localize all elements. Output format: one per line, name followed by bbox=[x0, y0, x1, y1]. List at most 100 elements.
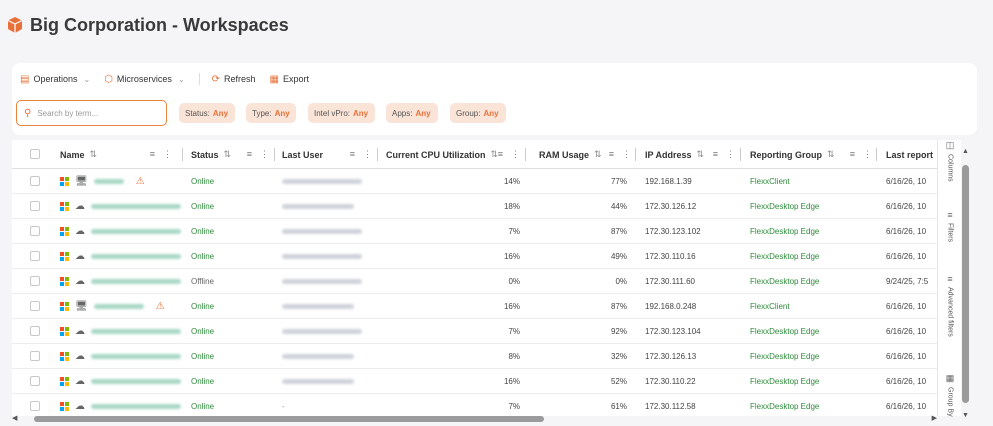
search-input[interactable] bbox=[37, 108, 158, 118]
filter-icon[interactable]: ≡ bbox=[247, 149, 252, 160]
row-checkbox[interactable] bbox=[30, 326, 40, 336]
filter-chip-value: Any bbox=[415, 108, 431, 118]
cell-name[interactable]: ☁ bbox=[60, 269, 181, 294]
more-icon[interactable]: ⋮ bbox=[622, 149, 631, 160]
cell-name[interactable]: ☁ bbox=[60, 219, 181, 244]
side-tab-advanced-filters[interactable]: ≡ Advanced filters bbox=[938, 274, 962, 337]
cell-name[interactable]: ☁ bbox=[60, 394, 181, 416]
row-checkbox[interactable] bbox=[30, 276, 40, 286]
select-all-checkbox[interactable] bbox=[30, 149, 40, 159]
more-icon[interactable]: ⋮ bbox=[163, 149, 172, 160]
horizontal-scroll-thumb[interactable] bbox=[34, 416, 544, 422]
filter-chip-type[interactable]: Type: Any bbox=[246, 103, 296, 123]
refresh-button[interactable]: ⟳ Refresh bbox=[212, 74, 256, 85]
column-resizer[interactable] bbox=[740, 148, 741, 161]
column-header-ip[interactable]: IP Address ⇅ ≡ ⋮ bbox=[645, 140, 735, 169]
cell-ram: 61% bbox=[610, 402, 627, 411]
scroll-down-icon[interactable]: ▼ bbox=[962, 412, 969, 419]
table-row[interactable]: ☁ Online 16% 52% 172.30.110.22 FlexxDesk… bbox=[12, 369, 937, 394]
column-header-ram[interactable]: RAM Usage ⇅ ≡ ⋮ bbox=[539, 140, 631, 169]
cell-cpu: 16% bbox=[503, 377, 520, 386]
row-checkbox[interactable] bbox=[30, 201, 40, 211]
microservices-menu[interactable]: ⬡ Microservices ⌄ bbox=[104, 74, 184, 85]
cell-name[interactable]: ☁ bbox=[60, 344, 181, 369]
cell-last-report: 6/16/26, 10 bbox=[886, 202, 927, 211]
more-icon[interactable]: ⋮ bbox=[363, 149, 372, 160]
sort-icon[interactable]: ⇅ bbox=[594, 149, 602, 160]
filter-icon[interactable]: ≡ bbox=[350, 149, 355, 160]
table-row[interactable]: ☁ Online 16% 49% 172.30.110.16 FlexxDesk… bbox=[12, 244, 937, 269]
cell-cpu: 18% bbox=[503, 202, 520, 211]
table-row[interactable]: ☁ Online 18% 44% 172.30.126.12 FlexxDesk… bbox=[12, 194, 937, 219]
column-resizer[interactable] bbox=[377, 148, 378, 161]
cell-name[interactable]: 🖥 ⚠ bbox=[60, 169, 145, 194]
row-checkbox[interactable] bbox=[30, 351, 40, 361]
cell-name[interactable]: ☁ bbox=[60, 319, 181, 344]
side-tab-filters[interactable]: ≡ Filters bbox=[938, 210, 962, 242]
scroll-left-icon[interactable]: ◀ bbox=[12, 414, 17, 422]
column-header-cpu[interactable]: Current CPU Utilization ⇅ ≡ ⋮ bbox=[386, 140, 520, 169]
filter-icon[interactable]: ≡ bbox=[850, 149, 855, 160]
table-row[interactable]: ☁ Online 7% 92% 172.30.123.104 FlexxDesk… bbox=[12, 319, 937, 344]
operations-menu[interactable]: ▤ Operations ⌄ bbox=[20, 74, 90, 85]
column-header-last-user[interactable]: Last User ≡ ⋮ bbox=[282, 140, 372, 169]
search-box[interactable]: ⚲ bbox=[16, 100, 167, 126]
scroll-right-icon[interactable]: ▶ bbox=[932, 414, 937, 422]
cell-status: Online bbox=[191, 402, 215, 411]
row-checkbox[interactable] bbox=[30, 176, 40, 186]
column-resizer[interactable] bbox=[182, 148, 183, 161]
table-row[interactable]: ☁ Online 8% 32% 172.30.126.13 FlexxDeskt… bbox=[12, 344, 937, 369]
table-row[interactable]: ☁ Offline 0% 0% 172.30.111.60 FlexxDeskt… bbox=[12, 269, 937, 294]
row-checkbox[interactable] bbox=[30, 376, 40, 386]
more-icon[interactable]: ⋮ bbox=[260, 149, 269, 160]
filter-icon[interactable]: ≡ bbox=[150, 149, 155, 160]
filter-chip-intel-vpro[interactable]: Intel vPro: Any bbox=[308, 103, 375, 123]
table-row[interactable]: ☁ Online 7% 87% 172.30.123.102 FlexxDesk… bbox=[12, 219, 937, 244]
column-resizer[interactable] bbox=[525, 148, 526, 161]
row-checkbox[interactable] bbox=[30, 301, 40, 311]
column-resizer[interactable] bbox=[876, 148, 877, 161]
vertical-scroll-thumb[interactable] bbox=[962, 165, 969, 403]
column-header-status[interactable]: Status ⇅ ≡ ⋮ bbox=[191, 140, 269, 169]
sort-icon[interactable]: ⇅ bbox=[224, 149, 232, 160]
filter-icon[interactable]: ≡ bbox=[609, 149, 614, 160]
column-resizer[interactable] bbox=[635, 148, 636, 161]
side-tab-columns[interactable]: ◫ Columns bbox=[938, 140, 962, 182]
filter-icon[interactable]: ≡ bbox=[713, 149, 718, 160]
column-resizer[interactable] bbox=[274, 148, 275, 161]
more-icon[interactable]: ⋮ bbox=[863, 149, 872, 160]
horizontal-scrollbar[interactable]: ◀ ▶ bbox=[12, 414, 937, 424]
cell-name[interactable]: ☁ bbox=[60, 244, 181, 269]
sort-icon[interactable]: ⇅ bbox=[827, 149, 835, 160]
search-icon: ⚲ bbox=[24, 107, 32, 119]
export-button[interactable]: ▦ Export bbox=[270, 74, 309, 85]
cell-ip: 172.30.111.60 bbox=[645, 277, 695, 286]
scroll-up-icon[interactable]: ▲ bbox=[962, 148, 969, 155]
filter-chip-apps[interactable]: Apps: Any bbox=[386, 103, 438, 123]
filter-chip-label: Apps: bbox=[392, 108, 413, 118]
filter-chip-status[interactable]: Status: Any bbox=[179, 103, 235, 123]
more-icon[interactable]: ⋮ bbox=[511, 149, 520, 160]
column-header-reporting-group[interactable]: Reporting Group ⇅ ≡ ⋮ bbox=[750, 140, 872, 169]
cell-ram: 87% bbox=[610, 227, 627, 236]
cell-name[interactable]: 🖥 ⚠ bbox=[60, 294, 165, 319]
column-header-name[interactable]: Name ⇅ ≡ ⋮ bbox=[60, 140, 172, 169]
table-row[interactable]: 🖥 ⚠ Online 14% 77% 192.168.1.39 FlexxCli… bbox=[12, 169, 937, 194]
vertical-scrollbar[interactable]: ▲ ▼ bbox=[962, 148, 970, 419]
table-row[interactable]: 🖥 ⚠ Online 16% 87% 192.168.0.248 FlexxCl… bbox=[12, 294, 937, 319]
more-icon[interactable]: ⋮ bbox=[726, 149, 735, 160]
row-checkbox[interactable] bbox=[30, 226, 40, 236]
table-row[interactable]: ☁ Online - 7% 61% 172.30.112.58 FlexxDes… bbox=[12, 394, 937, 416]
filter-chip-group[interactable]: Group: Any bbox=[450, 103, 506, 123]
side-tab-group-by[interactable]: ▦ Group By bbox=[938, 373, 962, 417]
column-title: IP Address bbox=[645, 149, 692, 160]
cell-status: Online bbox=[191, 352, 215, 361]
cell-name[interactable]: ☁ bbox=[60, 369, 181, 394]
row-checkbox[interactable] bbox=[30, 251, 40, 261]
column-header-last-report[interactable]: Last report bbox=[886, 140, 937, 169]
row-checkbox[interactable] bbox=[30, 401, 40, 411]
filter-icon[interactable]: ≡ bbox=[498, 149, 503, 160]
sort-icon[interactable]: ⇅ bbox=[90, 149, 98, 160]
cell-name[interactable]: ☁ bbox=[60, 194, 181, 219]
sort-icon[interactable]: ⇅ bbox=[697, 149, 705, 160]
